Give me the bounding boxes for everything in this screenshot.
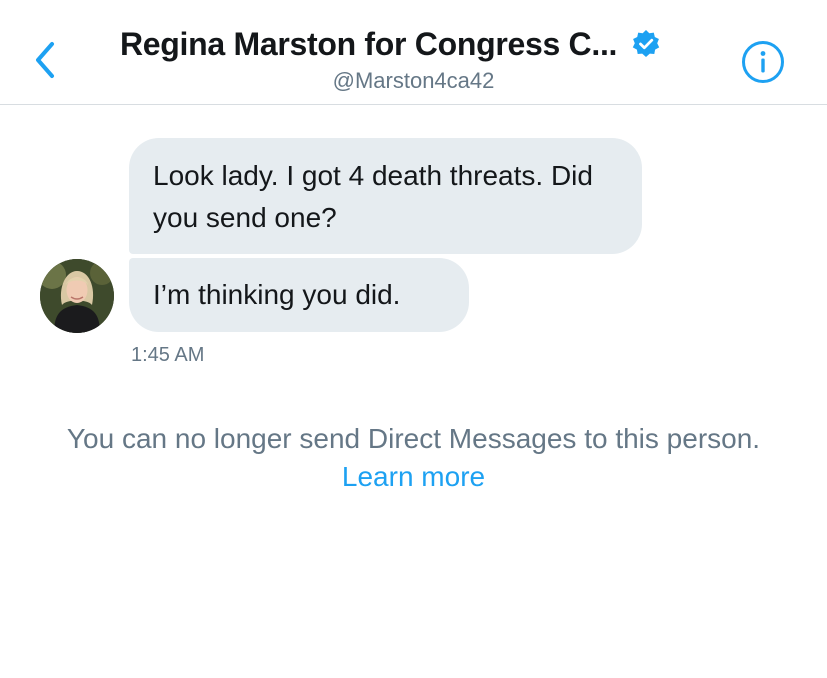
learn-more-link[interactable]: Learn more bbox=[342, 461, 485, 492]
info-circle-icon bbox=[742, 41, 784, 83]
message-bubble[interactable]: I’m thinking you did. bbox=[129, 258, 469, 332]
verified-badge-icon bbox=[631, 29, 661, 59]
message-bubble[interactable]: Look lady. I got 4 death threats. Did yo… bbox=[129, 138, 642, 254]
title-row: Regina Marston for Congress C... bbox=[120, 22, 661, 66]
conversation-header: Regina Marston for Congress C... @Marsto… bbox=[0, 0, 827, 105]
avatar[interactable] bbox=[40, 259, 114, 333]
info-button[interactable] bbox=[741, 40, 785, 84]
avatar-image bbox=[40, 259, 114, 333]
notice-text: You can no longer send Direct Messages t… bbox=[66, 423, 761, 454]
conversation-title[interactable]: Regina Marston for Congress C... bbox=[120, 26, 617, 63]
dm-restriction-notice: You can no longer send Direct Messages t… bbox=[40, 420, 787, 496]
message-timestamp: 1:45 AM bbox=[131, 344, 205, 366]
conversation-handle: @Marston4ca42 bbox=[332, 68, 495, 93]
